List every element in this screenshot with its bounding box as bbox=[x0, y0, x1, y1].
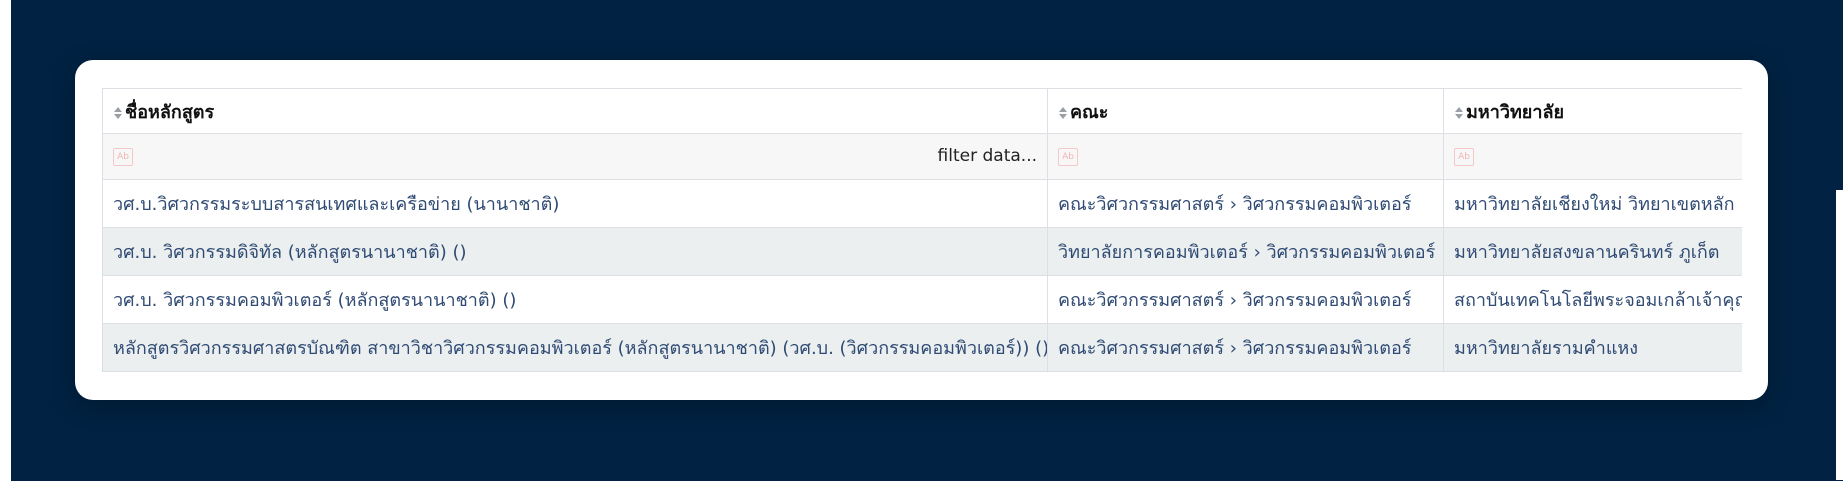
column-label: คณะ bbox=[1070, 101, 1109, 123]
cell-faculty: คณะวิศวกรรมศาสตร์ › วิศวกรรมคอมพิวเตอร์ bbox=[1047, 323, 1444, 372]
filter-row: Ab Ab Ab bbox=[102, 133, 1742, 180]
filter-cell-university[interactable]: Ab bbox=[1443, 133, 1742, 180]
column-label: มหาวิทยาลัย bbox=[1466, 101, 1565, 123]
column-header-curriculum-name[interactable]: ชื่อหลักสูตร bbox=[102, 88, 1048, 134]
cell-curriculum-name: วศ.บ. วิศวกรรมดิจิทัล (หลักสูตรนานาชาติ)… bbox=[102, 227, 1048, 276]
cell-faculty: คณะวิศวกรรมศาสตร์ › วิศวกรรมคอมพิวเตอร์ bbox=[1047, 179, 1444, 228]
cell-faculty: วิทยาลัยการคอมพิวเตอร์ › วิศวกรรมคอมพิวเ… bbox=[1047, 227, 1444, 276]
table-scroll-container[interactable]: ชื่อหลักสูตร คณะ มหาวิทยาลัย Ab filter d… bbox=[102, 88, 1742, 373]
cell-curriculum-name: วศ.บ.วิศวกรรมระบบสารสนเทศและเครือข่าย (น… bbox=[102, 179, 1048, 228]
column-header-university[interactable]: มหาวิทยาลัย bbox=[1443, 88, 1742, 134]
table-row[interactable]: หลักสูตรวิศวกรรมศาสตรบัณฑิต สาขาวิชาวิศว… bbox=[102, 323, 1742, 372]
table-row[interactable]: วศ.บ.วิศวกรรมระบบสารสนเทศและเครือข่าย (น… bbox=[102, 179, 1742, 228]
cell-university: มหาวิทยาลัยเชียงใหม่ วิทยาเขตหลัก bbox=[1443, 179, 1742, 228]
filter-cell-curriculum-name: Ab bbox=[102, 133, 1048, 180]
header-row: ชื่อหลักสูตร คณะ มหาวิทยาลัย bbox=[102, 88, 1742, 134]
table-row[interactable]: วศ.บ. วิศวกรรมดิจิทัล (หลักสูตรนานาชาติ)… bbox=[102, 227, 1742, 276]
sort-icon[interactable] bbox=[1058, 106, 1068, 120]
cell-university: มหาวิทยาลัยสงขลานครินทร์ ภูเก็ต bbox=[1443, 227, 1742, 276]
column-header-faculty[interactable]: คณะ bbox=[1047, 88, 1444, 134]
column-label: ชื่อหลักสูตร bbox=[125, 101, 215, 123]
cell-faculty: คณะวิศวกรรมศาสตร์ › วิศวกรรมคอมพิวเตอร์ bbox=[1047, 275, 1444, 324]
filter-input-curriculum-name[interactable] bbox=[737, 146, 1037, 166]
filter-icon: Ab bbox=[113, 148, 133, 166]
filter-icon: Ab bbox=[1454, 148, 1474, 166]
curriculum-table: ชื่อหลักสูตร คณะ มหาวิทยาลัย Ab filter d… bbox=[102, 88, 1742, 372]
cell-curriculum-name: หลักสูตรวิศวกรรมศาสตรบัณฑิต สาขาวิชาวิศว… bbox=[102, 323, 1048, 372]
sort-icon[interactable] bbox=[1454, 106, 1464, 120]
table-row[interactable]: วศ.บ. วิศวกรรมคอมพิวเตอร์ (หลักสูตรนานาช… bbox=[102, 275, 1742, 324]
filter-cell-faculty[interactable]: Ab bbox=[1047, 133, 1444, 180]
cell-university: มหาวิทยาลัยรามคำแหง bbox=[1443, 323, 1742, 372]
sort-icon[interactable] bbox=[113, 106, 123, 120]
cell-curriculum-name: วศ.บ. วิศวกรรมคอมพิวเตอร์ (หลักสูตรนานาช… bbox=[102, 275, 1048, 324]
table-card: ชื่อหลักสูตร คณะ มหาวิทยาลัย Ab filter d… bbox=[75, 60, 1768, 400]
cell-university: สถาบันเทคโนโลยีพระจอมเกล้าเจ้าคุณ bbox=[1443, 275, 1742, 324]
page-scrollbar[interactable] bbox=[1836, 190, 1843, 480]
filter-icon: Ab bbox=[1058, 148, 1078, 166]
